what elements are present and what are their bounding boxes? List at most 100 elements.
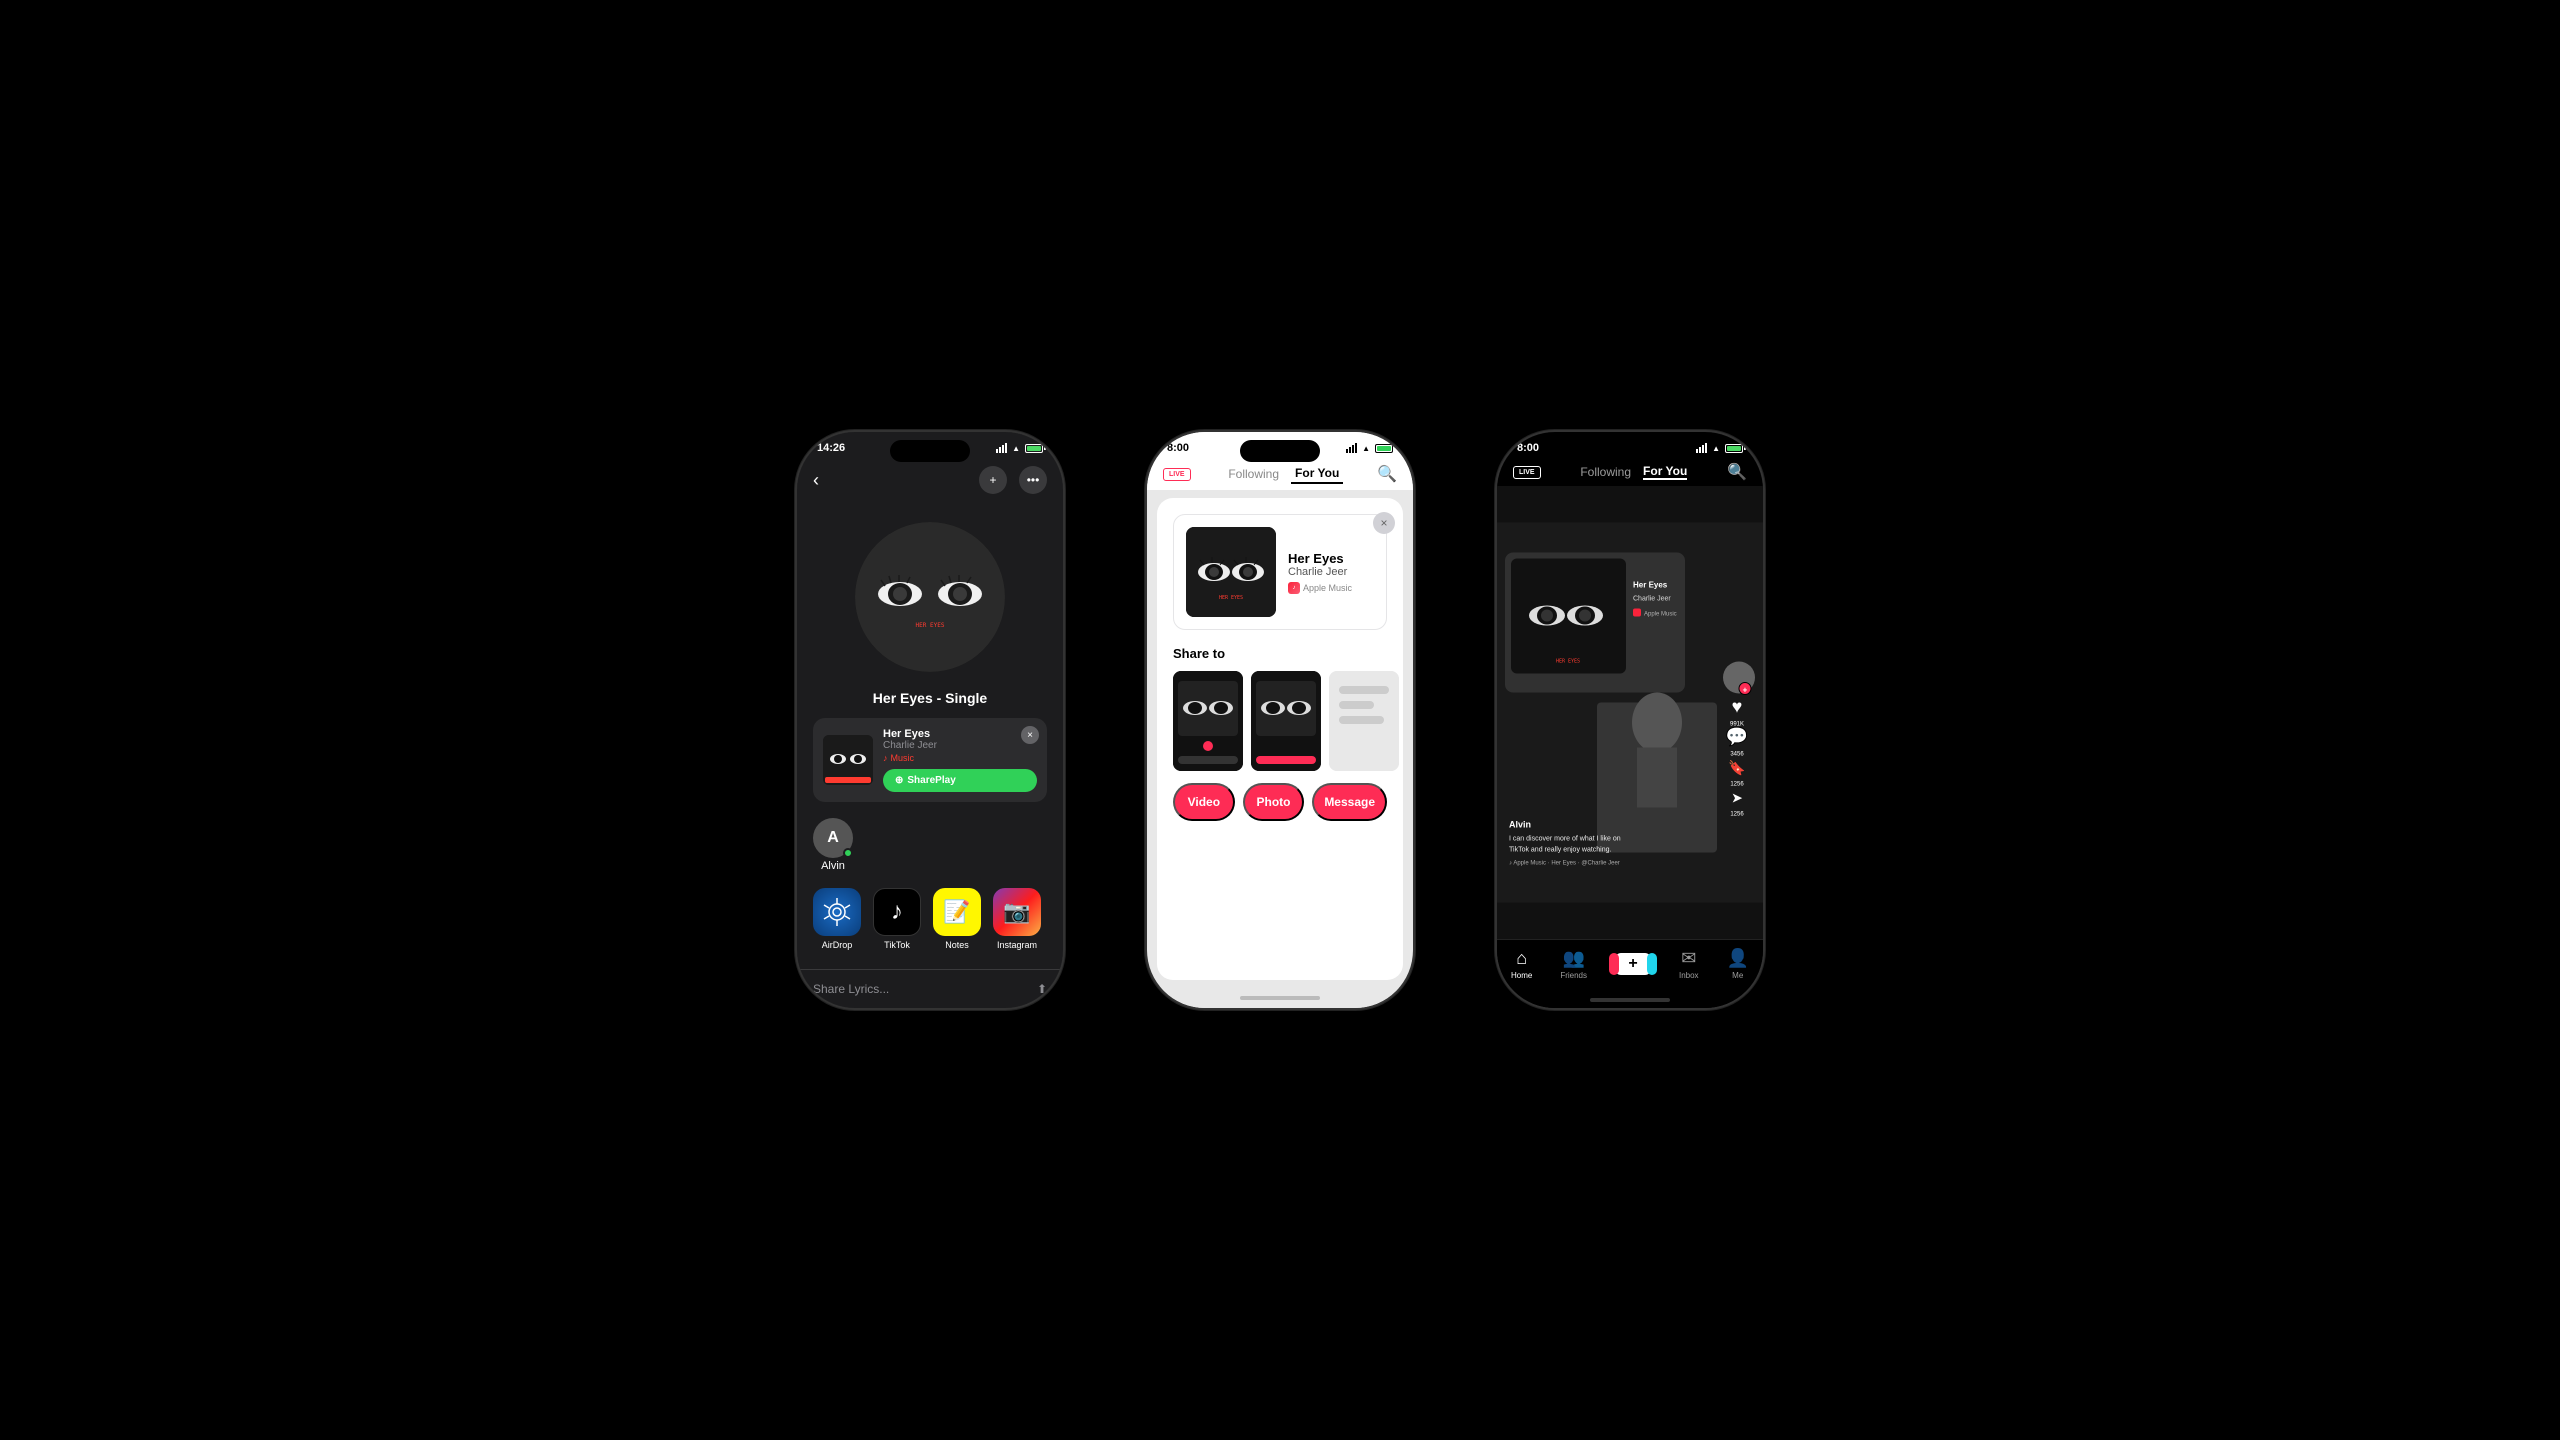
share-card: Her Eyes Charlie Jeer ♪ Music ⊕ SharePla… bbox=[813, 718, 1047, 802]
following-tab-2[interactable]: Following bbox=[1224, 465, 1283, 483]
airdrop-label: AirDrop bbox=[822, 940, 853, 950]
app-icon-airdrop[interactable]: AirDrop bbox=[813, 888, 861, 950]
header-icons: + ••• bbox=[979, 466, 1047, 494]
share-lyrics-text: Share Lyrics... bbox=[813, 982, 889, 996]
battery-fill-1 bbox=[1027, 446, 1041, 451]
home-indicator-2 bbox=[1147, 988, 1413, 1008]
share-song-service: ♪ Apple Music bbox=[1288, 582, 1352, 594]
app-icon-instagram[interactable]: 📷 Instagram bbox=[993, 888, 1041, 950]
inbox-icon: ✉ bbox=[1681, 948, 1696, 969]
nav-friends[interactable]: 👥 Friends bbox=[1560, 948, 1587, 980]
home-indicator-3 bbox=[1497, 992, 1763, 1008]
time-1: 14:26 bbox=[817, 442, 845, 454]
svg-text:Charlie Jeer: Charlie Jeer bbox=[1633, 596, 1671, 603]
home-bar-3 bbox=[1590, 998, 1670, 1002]
status-bar-2: 8:00 ▲ bbox=[1147, 432, 1413, 458]
home-icon: ⌂ bbox=[1516, 948, 1527, 969]
nav-tabs-2: Following For You bbox=[1224, 464, 1343, 484]
instagram-logo: 📷 bbox=[1003, 899, 1030, 925]
svg-text:Apple Music: Apple Music bbox=[1644, 612, 1677, 618]
message-button[interactable]: Message bbox=[1312, 783, 1387, 821]
share-song-title: Her Eyes bbox=[1288, 551, 1352, 566]
share-song-art: HER EYES bbox=[1186, 527, 1276, 617]
inbox-label: Inbox bbox=[1679, 971, 1699, 980]
preview-blank[interactable] bbox=[1329, 671, 1399, 771]
svg-text:1256: 1256 bbox=[1730, 782, 1744, 788]
modal-close-button[interactable]: × bbox=[1373, 512, 1395, 534]
photo-button[interactable]: Photo bbox=[1243, 783, 1305, 821]
nav-inbox[interactable]: ✉ Inbox bbox=[1679, 948, 1699, 980]
shareplay-icon: ⊕ bbox=[895, 775, 903, 786]
preview-svg-2 bbox=[1251, 671, 1321, 771]
nav-add[interactable]: + bbox=[1615, 953, 1651, 975]
time-3: 8:00 bbox=[1517, 442, 1539, 454]
share-song-info: Her Eyes Charlie Jeer ♪ Apple Music bbox=[1288, 551, 1352, 594]
nav-home[interactable]: ⌂ Home bbox=[1511, 948, 1532, 980]
contact-row: A Alvin bbox=[797, 810, 1063, 880]
preview-svg-1 bbox=[1173, 671, 1243, 771]
svg-text:♪ Apple Music · Her Eyes · @Ch: ♪ Apple Music · Her Eyes · @Charlie Jeer bbox=[1509, 861, 1620, 867]
for-you-tab-3[interactable]: For You bbox=[1643, 464, 1687, 480]
svg-text:HER EYES: HER EYES bbox=[1219, 595, 1243, 601]
share-song-svg: HER EYES bbox=[1186, 527, 1276, 617]
svg-text:Her Eyes: Her Eyes bbox=[1633, 581, 1668, 590]
phone2-content: 8:00 ▲ LIVE bbox=[1147, 432, 1413, 1008]
preview-video-2[interactable] bbox=[1251, 671, 1321, 771]
airdrop-symbol bbox=[823, 898, 851, 926]
feed-tabs-3: Following For You bbox=[1580, 464, 1687, 480]
notes-logo: 📝 bbox=[943, 899, 970, 925]
friends-icon: 👥 bbox=[1562, 948, 1584, 969]
preview-video-1[interactable] bbox=[1173, 671, 1243, 771]
live-badge-2: LIVE bbox=[1163, 468, 1191, 481]
shareplay-button[interactable]: ⊕ SharePlay bbox=[883, 769, 1037, 792]
share-song-card: HER EYES Her Eyes Charlie Jeer ♪ Apple M… bbox=[1173, 514, 1387, 630]
online-indicator bbox=[843, 848, 853, 858]
album-art-container: HER EYES bbox=[797, 502, 1063, 682]
signal-bars-1 bbox=[996, 443, 1007, 453]
add-button-nav[interactable]: + bbox=[1615, 953, 1651, 975]
search-icon-2[interactable]: 🔍 bbox=[1377, 464, 1397, 484]
for-you-tab-2[interactable]: For You bbox=[1291, 464, 1343, 484]
app-icon-tiktok[interactable]: ♪ TikTok bbox=[873, 888, 921, 950]
svg-text:I can discover more of what I: I can discover more of what I like on bbox=[1509, 836, 1621, 843]
phone1-content: 14:26 ▲ ‹ bbox=[797, 432, 1063, 1008]
search-icon-3[interactable]: 🔍 bbox=[1727, 462, 1747, 482]
nav-me[interactable]: 👤 Me bbox=[1727, 948, 1749, 980]
share-song-artist: Charlie Jeer bbox=[1288, 566, 1352, 578]
share-thumb bbox=[823, 735, 873, 785]
battery-3 bbox=[1725, 444, 1743, 453]
battery-fill-2 bbox=[1377, 446, 1391, 451]
video-feed[interactable]: HER EYES Her Eyes Charlie Jeer Apple Mus… bbox=[1497, 486, 1763, 939]
following-tab-3[interactable]: Following bbox=[1580, 465, 1631, 479]
add-button[interactable]: + bbox=[979, 466, 1007, 494]
phone-1: 14:26 ▲ ‹ bbox=[795, 430, 1065, 1010]
svg-text:🔖: 🔖 bbox=[1728, 760, 1745, 777]
dynamic-island-1 bbox=[890, 440, 970, 462]
share-lyrics-bar[interactable]: Share Lyrics... ⬆ bbox=[797, 969, 1063, 1008]
svg-text:Alvin: Alvin bbox=[1509, 820, 1531, 830]
video-button[interactable]: Video bbox=[1173, 783, 1235, 821]
contact-name: Alvin bbox=[821, 860, 845, 872]
bottom-nav-3: ⌂ Home 👥 Friends + ✉ Inbox 👤 bbox=[1497, 939, 1763, 992]
status-bar-1: 14:26 ▲ bbox=[797, 432, 1063, 458]
back-button[interactable]: ‹ bbox=[813, 470, 819, 491]
add-plus-icon: + bbox=[1628, 955, 1637, 973]
friends-label: Friends bbox=[1560, 971, 1587, 980]
share-card-close[interactable]: × bbox=[1021, 726, 1039, 744]
share-lyrics-icon: ⬆ bbox=[1037, 982, 1047, 996]
notes-label: Notes bbox=[945, 940, 969, 950]
status-icons-1: ▲ bbox=[996, 443, 1043, 453]
svg-text:3456: 3456 bbox=[1730, 752, 1744, 758]
home-bar-2 bbox=[1240, 996, 1320, 1000]
contact-avatar[interactable]: A bbox=[813, 818, 853, 858]
more-button[interactable]: ••• bbox=[1019, 466, 1047, 494]
status-icons-2: ▲ bbox=[1346, 443, 1393, 453]
wifi-icon-1: ▲ bbox=[1012, 444, 1020, 453]
share-card-artist: Charlie Jeer bbox=[883, 740, 1037, 751]
app-icon-notes[interactable]: 📝 Notes bbox=[933, 888, 981, 950]
share-action-buttons: Video Photo Message bbox=[1173, 783, 1387, 821]
live-badge-3: LIVE bbox=[1513, 466, 1541, 479]
preview-svg-3 bbox=[1329, 671, 1399, 771]
share-card-service: ♪ Music bbox=[883, 753, 1037, 763]
status-bar-3: 8:00 ▲ bbox=[1497, 432, 1763, 458]
